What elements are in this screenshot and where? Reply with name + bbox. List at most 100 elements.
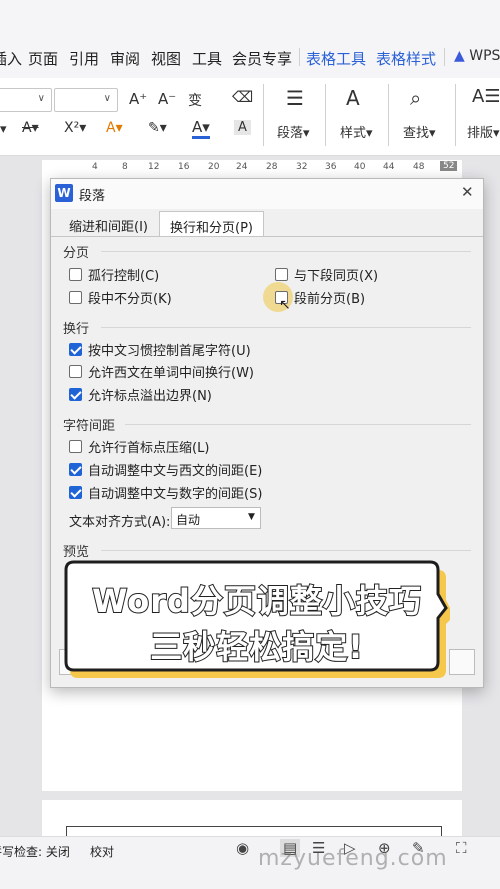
section-divider — [101, 251, 471, 252]
ribbon-divider — [388, 84, 389, 146]
close-icon[interactable]: ✕ — [461, 183, 474, 201]
superscript-icon[interactable]: X²▾ — [64, 120, 86, 136]
keep-with-next-option[interactable]: 与下段同页(X) — [275, 265, 379, 284]
fullscreen-icon[interactable]: ⛶ — [456, 839, 467, 857]
banner-subtitle: 三秒轻松搞定! — [149, 627, 364, 667]
menu-review[interactable]: 审阅 — [110, 48, 140, 69]
highlight-icon[interactable]: ✎▾ — [148, 120, 167, 136]
cjk-rules-checkbox[interactable] — [69, 342, 82, 356]
menu-bar: 插入 页面 引用 审阅 视图 工具 会员专享 表格工具 表格样式 ▲ WPS — [0, 0, 500, 78]
ruler-tick: 44 — [383, 162, 395, 172]
arrange-label: 排版 — [467, 126, 494, 141]
auto-space-number-option[interactable]: 自动调整中文与数字的间距(S) — [69, 483, 263, 502]
ruler-tick: 32 — [296, 162, 308, 172]
ruler-tick: 52 — [440, 161, 458, 171]
ruler-tick: 36 — [325, 162, 337, 172]
wps-ai-button[interactable]: ▲ WPS — [454, 48, 500, 64]
auto-space-latin-checkbox[interactable] — [69, 462, 82, 476]
paragraph-label: 段落 — [277, 126, 304, 141]
grow-font-icon[interactable]: A⁺ — [129, 90, 147, 108]
section-divider — [101, 327, 471, 328]
latin-wrap-checkbox[interactable] — [69, 364, 82, 378]
dialog-titlebar[interactable]: W 段落 ✕ — [51, 179, 483, 209]
keep-lines-checkbox[interactable] — [69, 290, 82, 304]
mouse-cursor-icon: ↖ — [279, 297, 291, 313]
latin-wrap-option[interactable]: 允许西文在单词中间换行(W) — [69, 362, 254, 381]
find-button[interactable]: 查找▾ — [403, 122, 436, 141]
menu-reference[interactable]: 引用 — [69, 48, 99, 69]
proofread-button[interactable]: 校对 — [90, 843, 114, 860]
section-divider — [125, 424, 471, 425]
strikethrough-icon[interactable]: A▾ — [22, 120, 39, 136]
font-size-select[interactable]: ∨ — [54, 88, 118, 112]
menu-table-tools[interactable]: 表格工具 — [306, 48, 366, 69]
keep-lines-option[interactable]: 段中不分页(K) — [69, 288, 172, 307]
ribbon-divider — [455, 84, 456, 146]
char-shading-icon[interactable]: A — [234, 120, 251, 135]
shrink-font-icon[interactable]: A⁻ — [158, 90, 176, 108]
text-align-select[interactable]: 自动 ▼ — [171, 507, 261, 529]
horizontal-ruler[interactable]: 4 8 12 16 20 24 28 32 36 40 44 48 52 — [42, 160, 462, 176]
option-label: 孤行控制(C) — [88, 268, 160, 284]
menu-table-style[interactable]: 表格样式 — [376, 48, 436, 69]
phonetic-icon[interactable]: 变 — [188, 90, 202, 110]
ruler-tick: 4 — [92, 162, 98, 172]
title-banner: Word分页调整小技巧 三秒轻松搞定! — [64, 558, 450, 680]
keep-with-next-checkbox[interactable] — [275, 267, 288, 281]
ruler-tick: 16 — [178, 162, 190, 172]
compress-punct-option[interactable]: 允许行首标点压缩(L) — [69, 437, 209, 456]
text-align-label: 文本对齐方式(A): — [69, 515, 171, 530]
eye-icon[interactable]: ◉ — [236, 839, 249, 857]
cancel-button[interactable] — [449, 649, 475, 675]
widow-control-option[interactable]: 孤行控制(C) — [69, 265, 160, 284]
widow-control-checkbox[interactable] — [69, 267, 82, 281]
find-label: 查找 — [403, 126, 430, 141]
punct-overflow-option[interactable]: 允许标点溢出边界(N) — [69, 385, 212, 404]
spell-check-status[interactable]: 拼写检查: 关闭 — [0, 843, 70, 860]
ruler-tick: 20 — [208, 162, 220, 172]
font-name-select[interactable]: ∨ — [0, 88, 52, 112]
menu-member[interactable]: 会员专享 — [232, 48, 292, 69]
arrange-icon[interactable]: A☰ — [472, 86, 500, 107]
text-align-value: 自动 — [176, 513, 201, 527]
paragraph-button[interactable]: 段落▾ — [277, 122, 310, 141]
option-label: 自动调整中文与数字的间距(S) — [88, 486, 263, 502]
style-button[interactable]: 样式▾ — [340, 122, 373, 141]
auto-space-number-checkbox[interactable] — [69, 485, 82, 499]
watermark: mzyuefeng.com — [258, 846, 448, 871]
menu-insert[interactable]: 插入 — [0, 48, 22, 69]
punct-overflow-checkbox[interactable] — [69, 387, 82, 401]
dropdown-arrow-icon[interactable]: ▾ — [0, 122, 7, 137]
style-icon[interactable]: A — [346, 86, 360, 110]
section-divider — [101, 550, 471, 551]
menu-view[interactable]: 视图 — [151, 48, 181, 69]
section-line-break: 换行 — [63, 322, 90, 337]
menu-page[interactable]: 页面 — [28, 48, 58, 69]
menu-divider — [299, 48, 300, 66]
cjk-rules-option[interactable]: 按中文习惯控制首尾字符(U) — [69, 340, 251, 359]
search-icon[interactable]: ⌕ — [410, 86, 421, 110]
tab-indent-spacing[interactable]: 缩进和间距(I) — [59, 211, 158, 237]
paragraph-icon[interactable]: ☰ — [286, 86, 304, 110]
section-char-spacing: 字符间距 — [63, 419, 116, 434]
wps-logo-icon: ▲ — [454, 48, 465, 64]
compress-punct-checkbox[interactable] — [69, 439, 82, 453]
tab-line-page-breaks[interactable]: 换行和分页(P) — [159, 211, 264, 237]
ribbon-divider — [325, 84, 326, 146]
auto-space-latin-option[interactable]: 自动调整中文与西文的间距(E) — [69, 460, 262, 479]
option-label: 与下段同页(X) — [294, 268, 379, 284]
chevron-down-icon: ▼ — [248, 512, 255, 522]
ruler-tick: 12 — [148, 162, 160, 172]
style-label: 样式 — [340, 126, 367, 141]
text-effect-icon[interactable]: A▾ — [106, 120, 123, 136]
font-color-icon[interactable]: A▾ — [192, 118, 210, 139]
ruler-tick: 28 — [266, 162, 278, 172]
wps-writer-icon: W — [55, 184, 73, 202]
option-label: 段前分页(B) — [294, 291, 366, 307]
arrange-button[interactable]: 排版▾ — [467, 122, 500, 141]
dialog-title: 段落 — [79, 189, 106, 204]
ruler-tick: 24 — [236, 162, 248, 172]
eraser-icon[interactable]: ⌫ — [232, 88, 253, 106]
option-label: 段中不分页(K) — [88, 291, 172, 307]
menu-tools[interactable]: 工具 — [192, 48, 222, 69]
